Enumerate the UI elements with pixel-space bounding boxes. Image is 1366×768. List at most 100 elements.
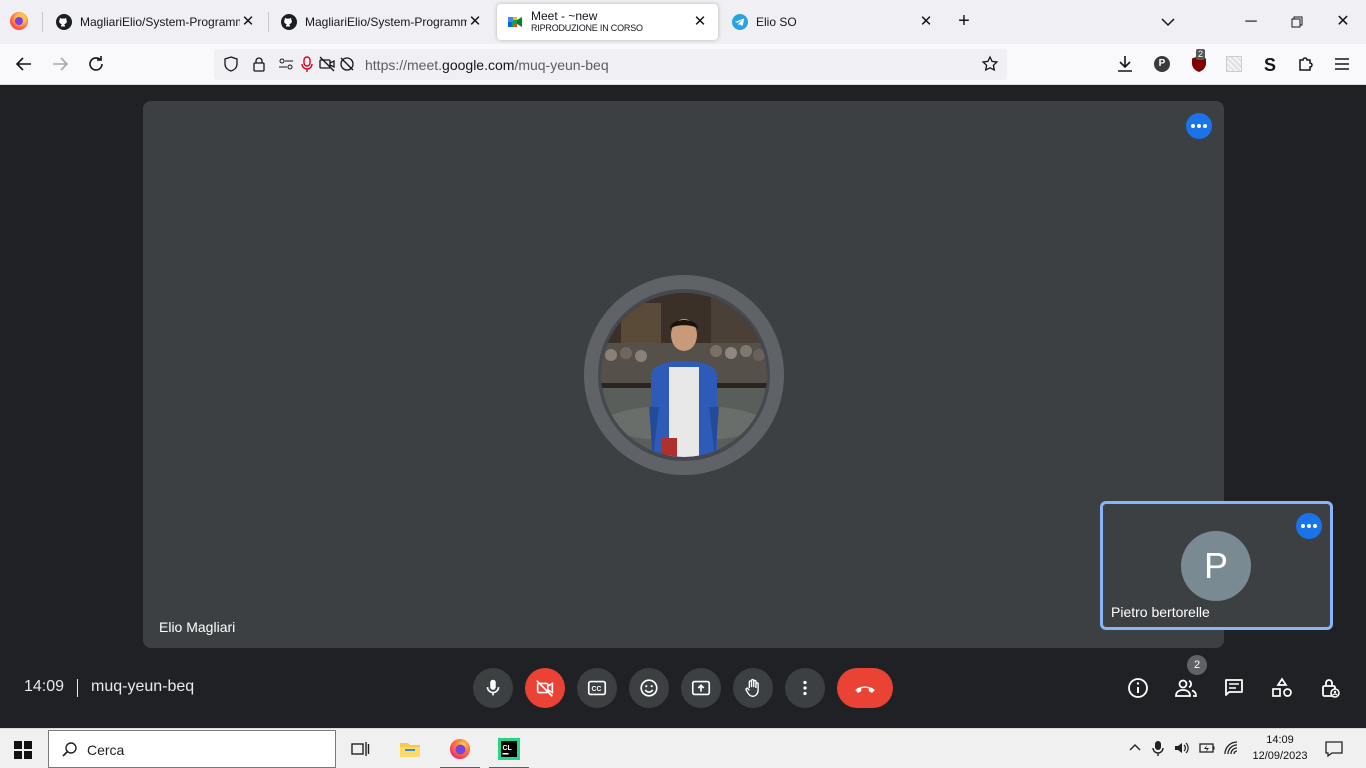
present-screen-button[interactable] <box>681 668 721 708</box>
restore-window-button[interactable] <box>1285 10 1309 34</box>
extensions-puzzle-icon[interactable] <box>1294 52 1318 76</box>
bookmark-star-icon[interactable] <box>981 55 999 73</box>
emoji-smile-icon <box>640 679 658 697</box>
profile-letter: P <box>1154 56 1170 72</box>
raise-hand-button[interactable] <box>733 668 773 708</box>
main-participant-name: Elio Magliari <box>159 619 236 635</box>
tab-title: Meet - ~new <box>531 10 598 23</box>
leave-call-button[interactable] <box>837 668 893 708</box>
tracking-shield-icon[interactable] <box>222 55 240 73</box>
firefox-taskbar-button[interactable] <box>440 729 480 768</box>
taskbar-date: 12/09/2023 <box>1252 750 1308 762</box>
show-hidden-icons-chevron-icon[interactable] <box>1126 739 1144 757</box>
browser-nav-bar: https://meet.google.com/muq-yeun-beq P 2… <box>0 44 1366 85</box>
tab-github-2[interactable]: MagliariElio/System-Programm ✕ <box>271 4 493 40</box>
extension-placeholder[interactable] <box>1222 52 1246 76</box>
tab-telegram[interactable]: Elio SO ✕ <box>722 4 944 40</box>
tab-meet-active[interactable]: Meet - ~new RIPRODUZIONE IN CORSO ✕ <box>497 4 718 40</box>
windows-taskbar: Cerca CL 14:09 12/09/2023 <box>0 728 1366 768</box>
forward-arrow-icon[interactable] <box>48 52 72 76</box>
url-prefix: https://meet. <box>365 57 443 73</box>
close-window-button[interactable]: ✕ <box>1331 10 1355 34</box>
hamburger-menu-icon[interactable] <box>1330 52 1354 76</box>
camera-off-button[interactable] <box>525 668 565 708</box>
back-arrow-icon[interactable] <box>12 52 36 76</box>
tab-close-icon[interactable]: ✕ <box>692 14 708 30</box>
microphone-icon <box>486 679 500 696</box>
lock-icon[interactable] <box>250 55 268 73</box>
chat-icon <box>1225 679 1243 696</box>
microphone-sharing-icon[interactable] <box>298 55 316 73</box>
meet-icon <box>508 17 522 27</box>
tab-playing-label: RIPRODUZIONE IN CORSO <box>531 23 643 33</box>
info-icon <box>1128 678 1148 698</box>
present-screen-icon <box>691 680 711 696</box>
clion-icon: CL <box>498 738 520 760</box>
main-video-stage: Elio Magliari <box>143 101 1224 648</box>
tile-more-options-icon[interactable] <box>1296 513 1322 539</box>
main-participant-avatar <box>584 275 784 475</box>
search-placeholder: Cerca <box>87 742 125 758</box>
camera-blocked-icon[interactable] <box>318 55 336 73</box>
main-participant-more-options-icon[interactable] <box>1186 113 1212 139</box>
ublock-extension[interactable]: 2 <box>1187 49 1211 76</box>
wifi-icon[interactable] <box>1222 739 1240 757</box>
folder-icon <box>400 743 420 757</box>
tab-close-icon[interactable]: ✕ <box>918 14 934 30</box>
participant-photo <box>601 293 767 457</box>
minimize-window-button[interactable]: ─ <box>1239 10 1263 34</box>
more-vert-icon <box>803 680 807 696</box>
s-extension-icon[interactable]: S <box>1258 52 1282 76</box>
more-options-button[interactable] <box>785 668 825 708</box>
notifications-icon[interactable] <box>1324 739 1344 759</box>
extension-badge: 2 <box>1196 49 1206 60</box>
chat-button[interactable] <box>1221 675 1247 701</box>
windows-start-icon[interactable] <box>13 740 33 760</box>
extension-icon <box>1226 56 1242 72</box>
raise-hand-icon <box>745 678 759 697</box>
microphone-button[interactable] <box>473 668 513 708</box>
task-view-button[interactable] <box>340 729 380 768</box>
meeting-code: muq-yeun-beq <box>91 678 195 695</box>
new-tab-button[interactable]: + <box>954 11 974 32</box>
meeting-details-button[interactable] <box>1125 675 1151 701</box>
firefox-menu-icon[interactable] <box>10 12 28 30</box>
file-explorer-button[interactable] <box>390 729 430 768</box>
url-path: /muq-yeun-beq <box>514 57 609 73</box>
clion-taskbar-button[interactable]: CL <box>489 729 529 768</box>
firefox-icon <box>450 739 470 759</box>
address-bar[interactable]: https://meet.google.com/muq-yeun-beq <box>214 49 1007 80</box>
self-view-tile[interactable]: P Pietro bertorelle <box>1100 501 1333 630</box>
url-text[interactable]: https://meet.google.com/muq-yeun-beq <box>365 57 609 73</box>
taskbar-clock[interactable]: 14:09 12/09/2023 <box>1249 732 1311 764</box>
microphone-in-use-icon[interactable] <box>1149 739 1167 757</box>
list-all-tabs-icon[interactable] <box>1158 12 1178 32</box>
taskbar-search-box[interactable]: Cerca <box>48 730 336 768</box>
participants-button[interactable] <box>1173 675 1199 701</box>
tab-title: MagliariElio/System-Programm <box>80 15 240 29</box>
battery-charging-icon[interactable] <box>1198 739 1216 757</box>
reactions-button[interactable] <box>629 668 669 708</box>
permissions-icon[interactable] <box>277 55 295 73</box>
activities-button[interactable] <box>1269 675 1295 701</box>
tab-close-icon[interactable]: ✕ <box>240 14 256 30</box>
screen-share-blocked-icon[interactable] <box>338 55 356 73</box>
profile-avatar[interactable]: P <box>1150 52 1174 76</box>
downloads-icon[interactable] <box>1113 52 1137 76</box>
tab-close-icon[interactable]: ✕ <box>467 14 483 30</box>
tile-participant-name: Pietro bertorelle <box>1111 604 1210 620</box>
restore-icon <box>1291 16 1303 28</box>
meeting-clock: 14:09 <box>24 678 65 695</box>
captions-button[interactable]: CC <box>577 668 617 708</box>
reload-icon[interactable] <box>84 52 108 76</box>
svg-text:S: S <box>1264 55 1276 75</box>
url-domain: google.com <box>442 57 515 73</box>
taskbar-time: 14:09 <box>1266 734 1294 746</box>
volume-icon[interactable] <box>1173 739 1191 757</box>
tab-github-1[interactable]: MagliariElio/System-Programm ✕ <box>46 4 266 40</box>
telegram-icon <box>732 14 748 30</box>
participants-count-badge: 2 <box>1187 655 1207 675</box>
github-icon <box>281 14 297 30</box>
host-controls-button[interactable] <box>1317 675 1343 701</box>
people-icon <box>1175 679 1197 697</box>
